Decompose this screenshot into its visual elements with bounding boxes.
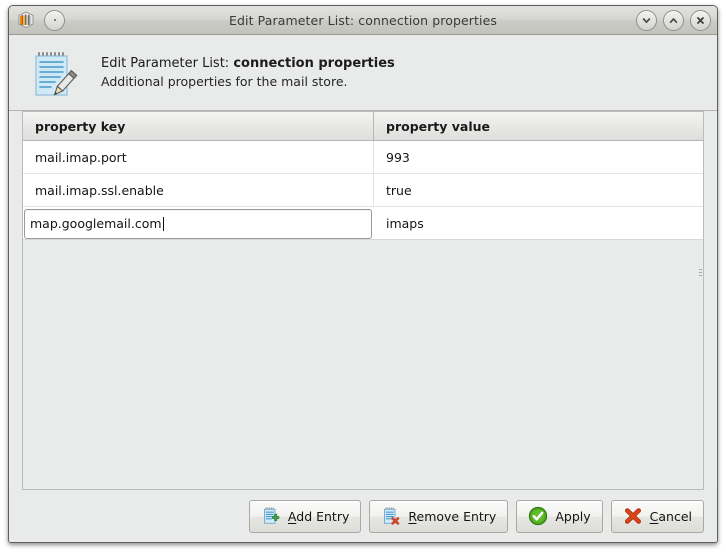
header-title-prefix: Edit Parameter List:: [101, 56, 234, 71]
cancel-button[interactable]: Cancel: [610, 499, 704, 533]
cell-property-key[interactable]: mail.imap.ssl.enable: [23, 174, 374, 206]
remove-entry-mnemonic: R: [408, 508, 417, 524]
cell-property-key-editing[interactable]: map.googlemail.com: [23, 207, 374, 239]
column-header-property-key[interactable]: property key: [23, 112, 374, 140]
dialog-header: Edit Parameter List: connection properti…: [9, 35, 717, 111]
cell-property-value[interactable]: imaps: [374, 207, 703, 239]
header-title-strong: connection properties: [233, 56, 395, 71]
cell-property-key[interactable]: mail.imap.port: [23, 141, 374, 173]
property-key-input[interactable]: map.googlemail.com: [24, 208, 372, 239]
apply-label: Apply: [555, 508, 591, 524]
apply-button[interactable]: Apply: [516, 499, 603, 533]
cancel-label: Cancel: [650, 509, 692, 524]
edit-parameter-list-dialog: Edit Parameter List: connection properti…: [8, 5, 718, 543]
close-x-icon: [697, 16, 704, 24]
cell-property-value[interactable]: true: [374, 174, 703, 206]
window-titlebar[interactable]: Edit Parameter List: connection properti…: [9, 6, 717, 35]
cube-stack-icon: [17, 11, 35, 29]
text-caret: [162, 216, 164, 231]
cell-property-value[interactable]: 993: [374, 141, 703, 173]
table-row[interactable]: mail.imap.ssl.enable true: [23, 174, 703, 207]
maximize-button[interactable]: [663, 9, 684, 31]
parameter-table: property key property value mail.imap.po…: [22, 111, 704, 490]
column-header-property-value[interactable]: property value: [374, 112, 703, 140]
remove-entry-button[interactable]: Remove Entry: [369, 499, 509, 533]
add-entry-label-text: dd Entry: [296, 508, 350, 524]
remove-entry-label-text: emove Entry: [416, 508, 497, 524]
minimize-button[interactable]: [636, 9, 657, 31]
remove-entry-label: Remove Entry: [408, 509, 496, 524]
add-entry-label: Add Entry: [288, 509, 349, 524]
table-resize-grip[interactable]: [699, 269, 702, 278]
close-button[interactable]: [690, 9, 711, 31]
header-title: Edit Parameter List: connection properti…: [101, 55, 395, 73]
header-subtitle: Additional properties for the mail store…: [101, 73, 348, 89]
table-row[interactable]: mail.imap.port 993: [23, 141, 703, 174]
property-key-input-value: map.googlemail.com: [30, 216, 162, 231]
chevron-down-icon: [642, 17, 651, 23]
add-entry-mnemonic: A: [287, 508, 297, 524]
add-entry-button[interactable]: Add Entry: [248, 499, 362, 533]
red-x-icon: [623, 506, 643, 526]
window-title: Edit Parameter List: connection properti…: [228, 12, 498, 28]
table-body: mail.imap.port 993 mail.imap.ssl.enable …: [23, 141, 703, 489]
chevron-up-icon: [669, 17, 678, 23]
window-menu-icon: [53, 19, 56, 21]
green-check-circle-icon: [528, 506, 548, 526]
window-controls: [636, 9, 711, 31]
cancel-label-text: ancel: [658, 508, 692, 524]
table-row[interactable]: map.googlemail.com imaps: [23, 207, 703, 240]
table-header-row: property key property value: [23, 112, 703, 141]
dialog-button-bar: Add Entry Remove Entry Apply Cancel: [9, 490, 717, 542]
notepad-plus-icon: [261, 506, 281, 526]
notepad-remove-icon: [381, 506, 401, 526]
notepad-pencil-icon: [27, 48, 79, 100]
window-menu-button[interactable]: [44, 9, 65, 31]
